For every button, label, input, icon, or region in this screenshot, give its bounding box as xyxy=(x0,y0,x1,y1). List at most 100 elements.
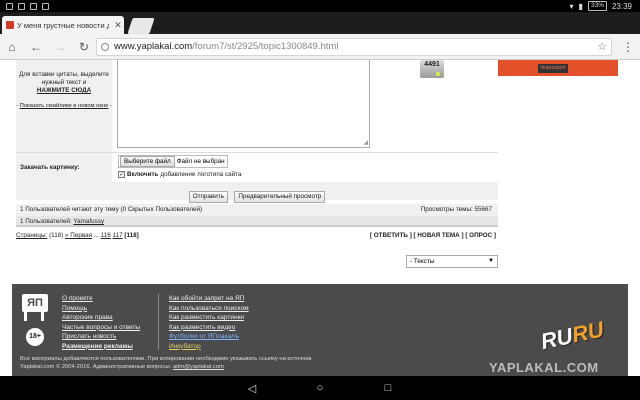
footer-link-send-news[interactable]: Прислать новость xyxy=(62,332,140,342)
footer-divider xyxy=(158,294,159,350)
file-status: Файл не выбран xyxy=(176,158,225,165)
footer-link-images-help[interactable]: Как разместить картинки xyxy=(169,313,249,323)
address-bar[interactable]: www.yaplakal.com /forum7/st/2925/topic13… xyxy=(96,37,612,56)
ru-logo-left: RU xyxy=(538,323,575,355)
footer-note-2-wrap: Yaplakal.com © 2004-2016. Административн… xyxy=(20,363,313,371)
nav-recents-icon[interactable]: □ xyxy=(378,382,398,394)
tab-strip: У меня грустные новости д ✕ xyxy=(0,12,640,34)
ru-logo-right: RU xyxy=(569,316,606,348)
favicon-icon xyxy=(6,21,14,29)
footer-link-search-help[interactable]: Как пользоваться поиском xyxy=(169,304,249,314)
web-page: Для вставки цитаты, выделите нужный текс… xyxy=(0,60,640,376)
url-host: www.yaplakal.com xyxy=(114,41,193,52)
reader-list: 1 Пользователей: Yamafussy xyxy=(16,216,498,227)
current-page: [118] xyxy=(124,232,139,239)
tab-current[interactable]: У меня грустные новости д ✕ xyxy=(2,16,124,34)
footer-link-ads[interactable]: Размещение рекламы xyxy=(62,342,140,352)
counter-dot-icon xyxy=(436,72,440,76)
pagination: Страницы: (118) « Первая ... 116 117 [11… xyxy=(16,232,498,242)
nav-back-icon[interactable]: ◁ xyxy=(242,382,262,395)
forum-select-value: - Тексты xyxy=(410,258,435,265)
preview-button[interactable]: Предварительный просмотр xyxy=(234,191,326,203)
footer-links-main: О проекте Помощь Авторские права Частые … xyxy=(62,294,140,351)
ad-banner[interactable]: inoprosport xyxy=(498,60,618,76)
signal-icon: ▮ xyxy=(578,1,583,11)
choose-file-button[interactable]: Выберите файл xyxy=(120,156,175,167)
close-icon[interactable]: ✕ xyxy=(112,20,124,31)
new-tab-button[interactable] xyxy=(127,18,155,34)
page-116-link[interactable]: 116 xyxy=(101,232,111,239)
site-logo[interactable]: ЯП xyxy=(22,294,48,312)
back-icon[interactable]: ← xyxy=(24,40,48,54)
form-buttons: Отправить Предварительный просмотр xyxy=(16,182,498,203)
file-input[interactable]: Выберите файл Файл не выбран xyxy=(118,155,228,168)
forward-icon[interactable]: → xyxy=(48,40,72,54)
reader-user-link[interactable]: Yamafussy xyxy=(73,218,104,225)
footer-link-copyright[interactable]: Авторские права xyxy=(62,313,140,323)
reload-icon[interactable]: ↻ xyxy=(72,40,96,54)
page-info-icon[interactable] xyxy=(101,42,109,51)
page-gutter xyxy=(0,60,16,284)
readers-text: 1 Пользователей читают эту тему (0 Скрыт… xyxy=(20,206,203,213)
first-page-link[interactable]: « Первая xyxy=(65,232,92,239)
menu-icon[interactable]: ⋮ xyxy=(616,40,640,54)
footer-note-1: Все материалы добавляются пользователями… xyxy=(20,356,313,362)
reader-list-prefix: 1 Пользователей: xyxy=(20,218,72,225)
quote-help: Для вставки цитаты, выделите нужный текс… xyxy=(16,60,112,152)
nav-home-icon[interactable]: ○ xyxy=(310,382,330,394)
pager-ellipsis: ... xyxy=(93,232,100,239)
message-textarea[interactable]: ◢ xyxy=(117,60,370,148)
footer-link-about[interactable]: О проекте xyxy=(62,294,140,304)
clock: 23:39 xyxy=(611,1,632,11)
forum-select[interactable]: - Тексты ▼ xyxy=(406,255,498,268)
age-rating-badge: 18+ xyxy=(26,328,44,346)
smileys-link-wrap: - Показать смайлики в новом окне - xyxy=(16,103,112,109)
file-icon xyxy=(42,2,49,10)
footer-link-tshirts[interactable]: Футболки от ЯПлакалъ xyxy=(169,332,249,342)
bookmark-star-icon[interactable]: ☆ xyxy=(597,40,607,53)
chars-counter: 4491 xyxy=(420,60,444,78)
upload-label: Закачать картинку: xyxy=(16,153,112,183)
url-path: /forum7/st/2925/topic1300849.html xyxy=(192,41,339,52)
pages-label[interactable]: Страницы: xyxy=(16,232,47,239)
tab-title: У меня грустные новости д xyxy=(17,20,109,30)
chevron-down-icon: ▼ xyxy=(488,258,494,264)
footer-link-faq[interactable]: Частые вопросы и ответы xyxy=(62,323,140,333)
logo-text: добавление логотипа сайта xyxy=(160,171,242,178)
footer-link-bypass[interactable]: Как обойти запрет на ЯП xyxy=(169,294,249,304)
home-icon[interactable]: ⌂ xyxy=(0,40,24,54)
footer-note: Все материалы добавляются пользователями… xyxy=(20,355,313,371)
page-117-link[interactable]: 117 xyxy=(113,232,123,239)
footer-note-2: Yaplakal.com © 2004-2016. Административн… xyxy=(20,364,172,370)
topic-actions[interactable]: [ ОТВЕТИТЬ ] [ НОВАЯ ТЕМА ] [ ОПРОС ] xyxy=(370,232,496,239)
footer-links-help: Как обойти запрет на ЯП Как пользоваться… xyxy=(169,294,249,351)
image-icon xyxy=(30,2,37,10)
logo-drip-icon xyxy=(24,311,44,321)
logo-checkbox[interactable]: ✓ xyxy=(118,171,125,178)
footer-link-video-help[interactable]: Как разместить видео xyxy=(169,323,249,333)
upload-row: Закачать картинку: Выберите файл Файл не… xyxy=(16,152,498,183)
quote-click-link[interactable]: НАЖМИТЕ СЮДА xyxy=(16,87,112,95)
readers-summary: 1 Пользователей читают эту тему (0 Скрыт… xyxy=(16,204,498,216)
counter-value: 4491 xyxy=(424,61,440,68)
footer-link-help[interactable]: Помощь xyxy=(62,304,140,314)
pages-count: (118) xyxy=(49,232,64,239)
notification-icon xyxy=(6,2,13,10)
footer-email-link[interactable]: adm@yaplakal.com xyxy=(173,364,224,370)
site-footer: ЯП 18+ О проекте Помощь Авторские права … xyxy=(12,284,628,376)
system-nav-bar: ◁ ○ □ xyxy=(0,376,640,400)
status-bar: ▾ ▮ 33% 23:39 xyxy=(0,0,640,12)
browser-toolbar: ⌂ ← → ↻ www.yaplakal.com /forum7/st/2925… xyxy=(0,34,640,60)
brand-watermark: YAPLAKAL.COM xyxy=(489,360,599,375)
right-column: inoprosport xyxy=(498,60,640,284)
reply-form: Для вставки цитаты, выделите нужный текс… xyxy=(16,60,515,284)
footer-link-incubator[interactable]: Инкубатор xyxy=(169,342,249,352)
resize-handle-icon[interactable]: ◢ xyxy=(363,139,368,146)
submit-button[interactable]: Отправить xyxy=(188,191,228,203)
views-count: Просмотры темы: 55667 xyxy=(420,206,492,213)
logo-checkbox-row[interactable]: ✓ Включить добавление логотипа сайта xyxy=(118,171,242,178)
logo-bold: Включить xyxy=(127,171,159,178)
smileys-link[interactable]: Показать смайлики в новом окне xyxy=(20,103,109,109)
battery-indicator: 33% xyxy=(587,1,607,11)
usb-icon xyxy=(18,2,25,10)
